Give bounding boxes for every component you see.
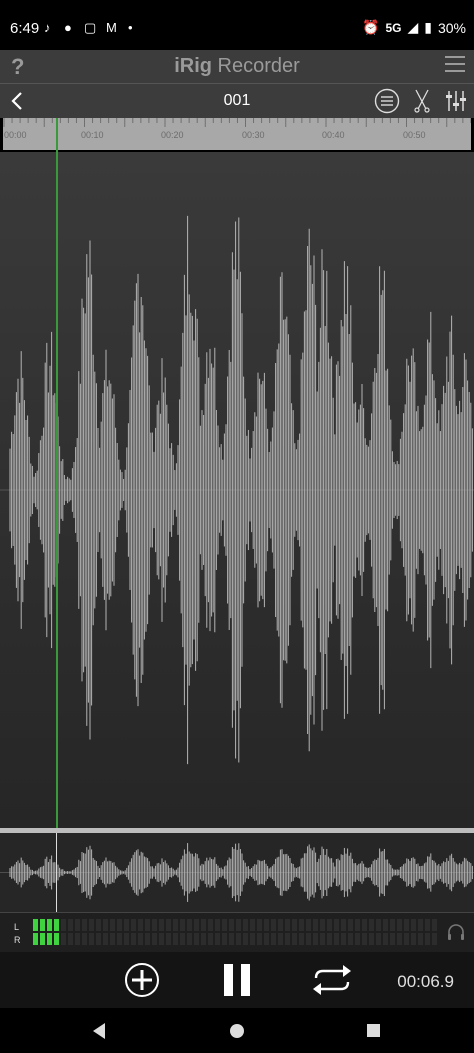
waveform-view[interactable] [0, 152, 474, 828]
ruler-label: 00:30 [242, 130, 265, 140]
overview-waveform [0, 843, 474, 902]
meter-right-label: R [14, 935, 21, 945]
battery-icon: ▮ [424, 19, 432, 35]
app-title: iRig Recorder [0, 55, 474, 78]
transport-bar: 00:06.9 [0, 952, 474, 1008]
file-bar: 001 [0, 84, 474, 118]
battery-level: 30% [437, 19, 466, 36]
elapsed-time: 00:06.9 [397, 972, 454, 991]
headphones-icon[interactable] [446, 922, 466, 942]
app-title-brand: iRig [174, 55, 212, 77]
nav-back-icon[interactable] [91, 1022, 107, 1040]
loop-icon[interactable] [310, 964, 354, 996]
hamburger-menu-icon[interactable] [445, 56, 465, 74]
more-notifications-icon: • [128, 20, 133, 35]
pause-button[interactable] [222, 963, 252, 997]
status-right: ⏰ 5G ◢ ▮ 30% [362, 19, 466, 36]
ruler-label: 00:20 [161, 130, 184, 140]
playhead[interactable] [56, 118, 58, 828]
network-label: 5G [385, 20, 402, 35]
meter-bars [33, 919, 437, 945]
mixer-settings-icon[interactable] [445, 89, 467, 113]
ruler-label: 00:40 [322, 130, 345, 140]
ruler-label: 00:00 [4, 130, 27, 140]
ruler-label: 00:10 [81, 130, 104, 140]
level-meter: L R [0, 912, 474, 953]
ruler-label: 00:50 [403, 130, 426, 140]
gmail-icon: M [106, 20, 117, 35]
nav-home-icon[interactable] [229, 1023, 245, 1039]
scissors-icon[interactable] [413, 89, 431, 113]
instagram-icon: ▢ [84, 20, 97, 35]
overview-position-marker[interactable] [56, 833, 57, 912]
status-time: 6:49 [10, 20, 40, 37]
overview-strip[interactable] [0, 828, 474, 917]
file-name: 001 [223, 92, 251, 109]
alarm-icon: ⏰ [362, 19, 380, 35]
add-marker-button[interactable] [124, 962, 160, 998]
nav-recents-icon[interactable] [366, 1023, 381, 1038]
reddit-icon: ● [64, 20, 72, 35]
tiktok-icon: ♪ [44, 20, 51, 35]
status-bar: 6:49 ♪ ● ▢ M • ⏰ 5G ◢ ▮ 30% [0, 0, 474, 50]
timeline-ruler[interactable]: 00:00 00:10 00:20 00:30 00:40 00:50 [3, 118, 471, 150]
system-navigation-bar [0, 1008, 474, 1053]
signal-icon: ◢ [407, 19, 419, 35]
waveform [0, 215, 474, 765]
meter-left-label: L [14, 922, 20, 932]
list-icon[interactable] [374, 88, 400, 114]
ruler-ticks [3, 118, 471, 127]
app-bar: ? iRig Recorder [0, 50, 474, 84]
app-title-rest: Recorder [211, 55, 300, 77]
